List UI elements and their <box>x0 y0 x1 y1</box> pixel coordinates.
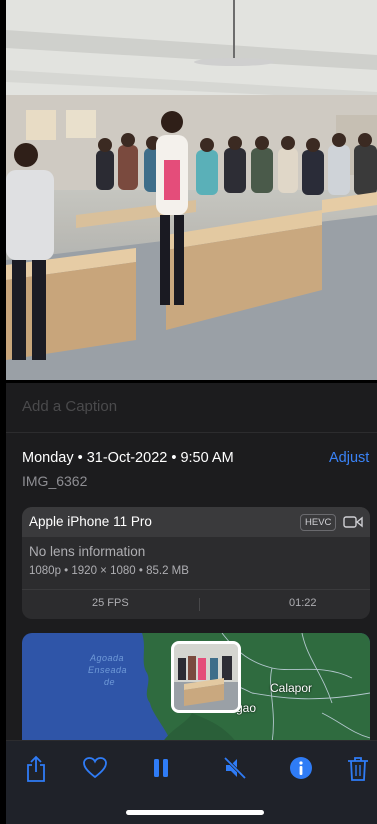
map-label-enseada: Enseada <box>88 665 128 675</box>
lens-info: No lens information <box>29 544 146 559</box>
map-place-calapor: Calapor <box>270 681 313 695</box>
file-name: IMG_6362 <box>22 473 88 489</box>
device-name: Apple iPhone 11 Pro <box>29 514 152 529</box>
video-camera-icon <box>343 515 363 534</box>
map-label-agoada: Agoada <box>90 653 125 663</box>
footer-separator <box>199 598 200 611</box>
trash-icon[interactable] <box>346 755 374 783</box>
photo-image <box>6 0 377 380</box>
share-icon[interactable] <box>24 755 52 783</box>
frame-rate: 25 FPS <box>92 597 129 609</box>
video-specs: 1080p • 1920 × 1080 • 85.2 MB <box>29 565 189 577</box>
caption-input[interactable]: Add a Caption <box>22 398 117 415</box>
location-map[interactable]: Agoada Enseada de Calapor gao <box>22 633 370 743</box>
capture-date: Monday • 31-Oct-2022 • 9:50 AM <box>22 450 234 466</box>
metadata-card: Apple iPhone 11 Pro HEVC No lens informa… <box>22 507 370 619</box>
thumbnail-image <box>174 644 238 710</box>
divider <box>6 432 377 433</box>
video-duration: 01:22 <box>289 597 317 609</box>
metadata-card-footer <box>22 589 370 619</box>
map-label-de: de <box>104 677 116 687</box>
format-badge: HEVC <box>300 514 337 531</box>
photo-view[interactable] <box>6 0 377 380</box>
heart-icon[interactable] <box>82 755 110 783</box>
pause-icon[interactable] <box>149 755 177 783</box>
mute-icon[interactable] <box>222 755 250 783</box>
map-photo-thumbnail[interactable] <box>171 641 241 713</box>
metadata-card-header: Apple iPhone 11 Pro HEVC <box>22 507 370 537</box>
home-indicator <box>126 810 264 815</box>
adjust-button[interactable]: Adjust <box>329 450 369 466</box>
info-icon[interactable] <box>288 755 316 783</box>
